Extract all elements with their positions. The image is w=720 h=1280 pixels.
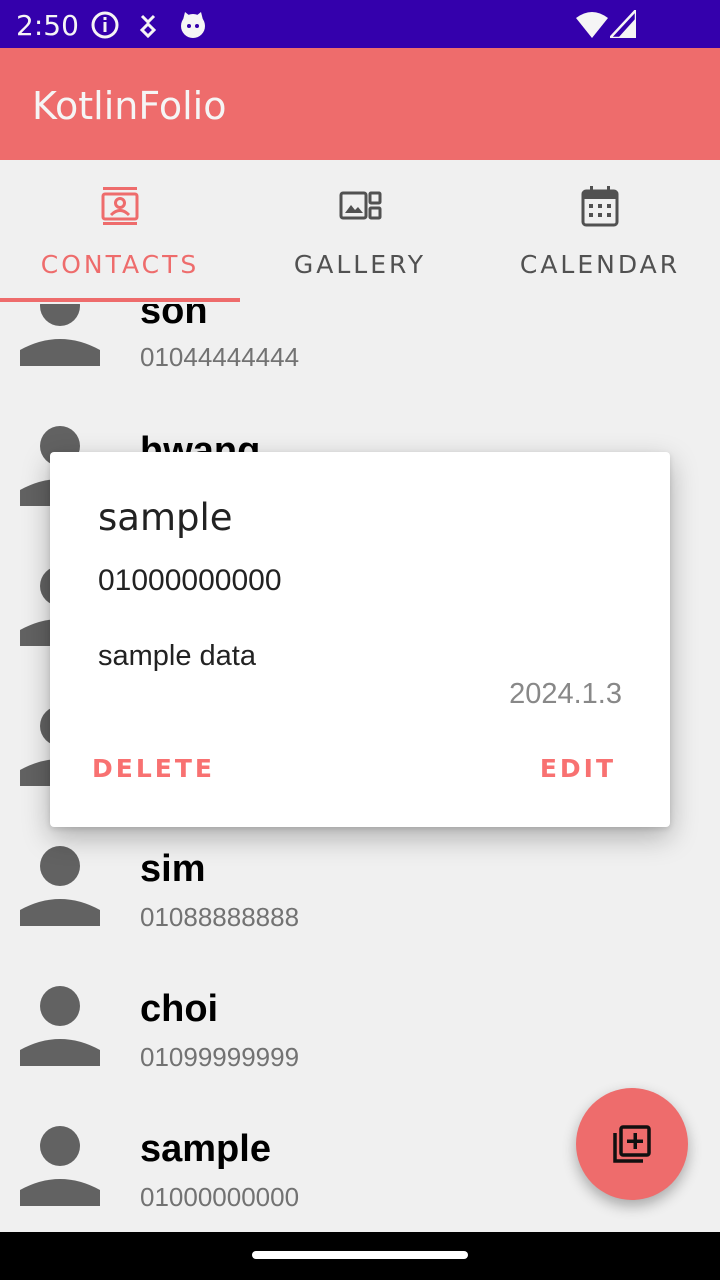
edit-button[interactable]: EDIT <box>540 754 616 783</box>
home-gesture-handle[interactable] <box>252 1251 468 1259</box>
delete-button[interactable]: DELETE <box>92 754 215 783</box>
dialog-contact-date: 2024.1.3 <box>509 678 622 710</box>
dialog-contact-name: sample <box>98 496 233 539</box>
navigation-bar <box>0 1232 720 1280</box>
dialog-contact-memo: sample data <box>98 640 256 672</box>
dialog-contact-phone: 01000000000 <box>98 564 282 597</box>
contact-detail-dialog: sample 01000000000 sample data 2024.1.3 … <box>50 452 670 827</box>
